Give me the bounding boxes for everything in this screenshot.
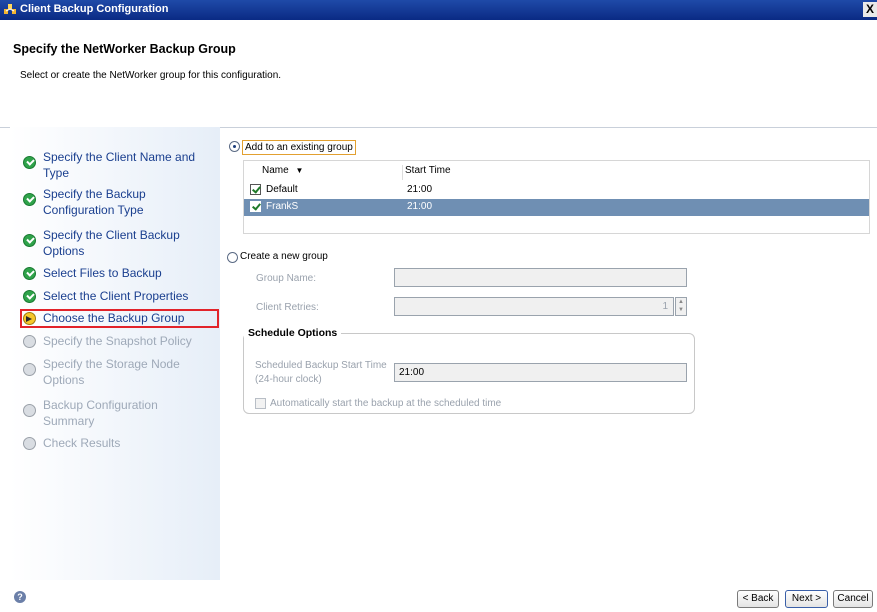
- step-snapshot-policy[interactable]: Specify the Snapshot Policy: [23, 332, 218, 352]
- step-label: Choose the Backup Group: [43, 311, 185, 325]
- app-icon: [4, 4, 16, 14]
- new-group-radio[interactable]: [227, 252, 238, 263]
- step-client-name[interactable]: Specify the Client Name and Type: [23, 148, 218, 180]
- step-client-properties[interactable]: Select the Client Properties: [23, 287, 218, 307]
- start-time-cell: 21:00: [407, 184, 433, 195]
- client-retries-value: 1: [662, 301, 668, 312]
- start-time-cell: 21:00: [407, 201, 433, 212]
- step-check-results[interactable]: Check Results: [23, 434, 218, 454]
- arrow-right-icon: [23, 312, 36, 325]
- existing-group-label[interactable]: Add to an existing group: [242, 140, 356, 155]
- step-label: Backup Configuration Summary: [43, 398, 158, 428]
- row-checkbox[interactable]: [250, 201, 261, 212]
- auto-start-label: Automatically start the backup at the sc…: [270, 398, 502, 409]
- table-row[interactable]: FrankS 21:00: [244, 199, 869, 216]
- spin-down-icon[interactable]: ▼: [678, 307, 684, 313]
- row-checkbox[interactable]: [250, 184, 261, 195]
- step-select-files[interactable]: Select Files to Backup: [23, 264, 218, 284]
- column-name-label: Name: [262, 165, 289, 176]
- start-time-sublabel: (24-hour clock): [255, 374, 322, 385]
- close-icon[interactable]: X: [863, 2, 877, 17]
- schedule-options-legend: Schedule Options: [244, 327, 342, 339]
- groups-table: Name ▼ Start Time Default 21:00 FrankS 2…: [243, 160, 870, 234]
- step-label: Specify the Backup Configuration Type: [43, 187, 146, 217]
- back-button[interactable]: < Back: [737, 590, 779, 608]
- step-label: Specify the Client Name and Type: [43, 150, 196, 180]
- page-title: Specify the NetWorker Backup Group: [13, 42, 236, 56]
- client-retries-field[interactable]: 1: [394, 297, 674, 316]
- column-header-name[interactable]: Name ▼: [262, 165, 403, 180]
- title-bar: Client Backup Configuration X: [0, 0, 877, 20]
- step-label: Select Files to Backup: [43, 266, 162, 280]
- existing-group-radio[interactable]: [229, 141, 240, 152]
- check-icon: [23, 193, 36, 206]
- column-start-time-label: Start Time: [405, 165, 451, 176]
- table-row[interactable]: Default 21:00: [244, 182, 869, 199]
- step-storage-node[interactable]: Specify the Storage Node Options: [23, 355, 218, 387]
- spin-up-icon[interactable]: ▲: [678, 299, 684, 305]
- step-backup-config-type[interactable]: Specify the Backup Configuration Type: [23, 185, 218, 217]
- pending-step-icon: [23, 404, 36, 417]
- window-title: Client Backup Configuration: [20, 3, 169, 15]
- page-subtitle: Select or create the NetWorker group for…: [20, 70, 282, 81]
- check-icon: [23, 156, 36, 169]
- step-client-backup-options[interactable]: Specify the Client Backup Options: [23, 226, 218, 258]
- group-name-field[interactable]: [394, 268, 687, 287]
- wizard-header: Specify the NetWorker Backup Group Selec…: [0, 20, 877, 128]
- wizard-steps-sidebar: Specify the Client Name and Type Specify…: [10, 127, 220, 580]
- start-time-value: 21:00: [399, 367, 425, 378]
- column-header-start-time[interactable]: Start Time: [405, 165, 865, 180]
- group-name-label: Group Name:: [256, 273, 317, 284]
- step-config-summary[interactable]: Backup Configuration Summary: [23, 396, 218, 428]
- check-icon: [23, 290, 36, 303]
- pending-step-icon: [23, 363, 36, 376]
- step-label: Specify the Snapshot Policy: [43, 334, 192, 348]
- start-time-field[interactable]: 21:00: [394, 363, 687, 382]
- group-name-cell: Default: [266, 184, 298, 195]
- step-label: Select the Client Properties: [43, 289, 189, 303]
- sort-desc-icon: ▼: [295, 166, 304, 175]
- check-icon: [23, 267, 36, 280]
- help-icon[interactable]: ?: [14, 591, 26, 603]
- new-group-label[interactable]: Create a new group: [240, 251, 328, 262]
- cancel-button[interactable]: Cancel: [833, 590, 873, 608]
- step-label: Check Results: [43, 436, 121, 450]
- group-name-cell: FrankS: [266, 201, 299, 212]
- step-backup-group[interactable]: Choose the Backup Group: [20, 309, 219, 329]
- pending-step-icon: [23, 437, 36, 450]
- next-button[interactable]: Next >: [785, 590, 828, 608]
- pending-step-icon: [23, 335, 36, 348]
- step-label: Specify the Client Backup Options: [43, 228, 180, 258]
- start-time-label: Scheduled Backup Start Time: [255, 360, 387, 371]
- step-label: Specify the Storage Node Options: [43, 357, 180, 387]
- auto-start-checkbox[interactable]: [255, 398, 266, 409]
- check-icon: [23, 234, 36, 247]
- retries-spinner[interactable]: ▲ ▼: [675, 297, 687, 316]
- client-retries-label: Client Retries:: [256, 302, 319, 313]
